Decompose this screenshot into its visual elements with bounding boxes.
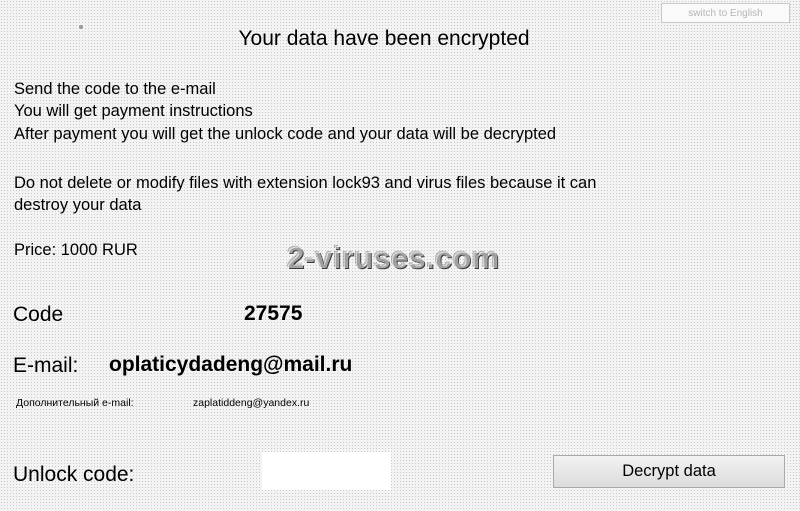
decrypt-data-button[interactable]: Decrypt data	[553, 455, 785, 488]
instruction-line-1: Send the code to the e-mail	[14, 80, 216, 98]
site-watermark: 2-viruses.com	[287, 240, 500, 275]
code-value: 27575	[244, 302, 303, 325]
code-label: Code	[13, 303, 64, 326]
warning-line-1: Do not delete or modify files with exten…	[14, 174, 597, 192]
switch-language-button[interactable]: switch to English	[661, 3, 790, 23]
instruction-line-2: You will get payment instructions	[14, 102, 253, 120]
page-title: Your data have been encrypted	[238, 27, 530, 50]
price-text: Price: 1000 RUR	[14, 241, 138, 259]
unlock-code-input[interactable]	[262, 452, 391, 490]
extra-email-label: Дополнительный e-mail:	[16, 397, 134, 409]
email-value: oplaticydadeng@mail.ru	[109, 353, 353, 376]
unlock-code-label: Unlock code:	[13, 463, 135, 486]
email-label: E-mail:	[13, 354, 79, 377]
extra-email-value: zaplatiddeng@yandex.ru	[193, 397, 310, 409]
warning-line-2: destroy your data	[14, 196, 142, 214]
instruction-line-3: After payment you will get the unlock co…	[14, 125, 557, 143]
